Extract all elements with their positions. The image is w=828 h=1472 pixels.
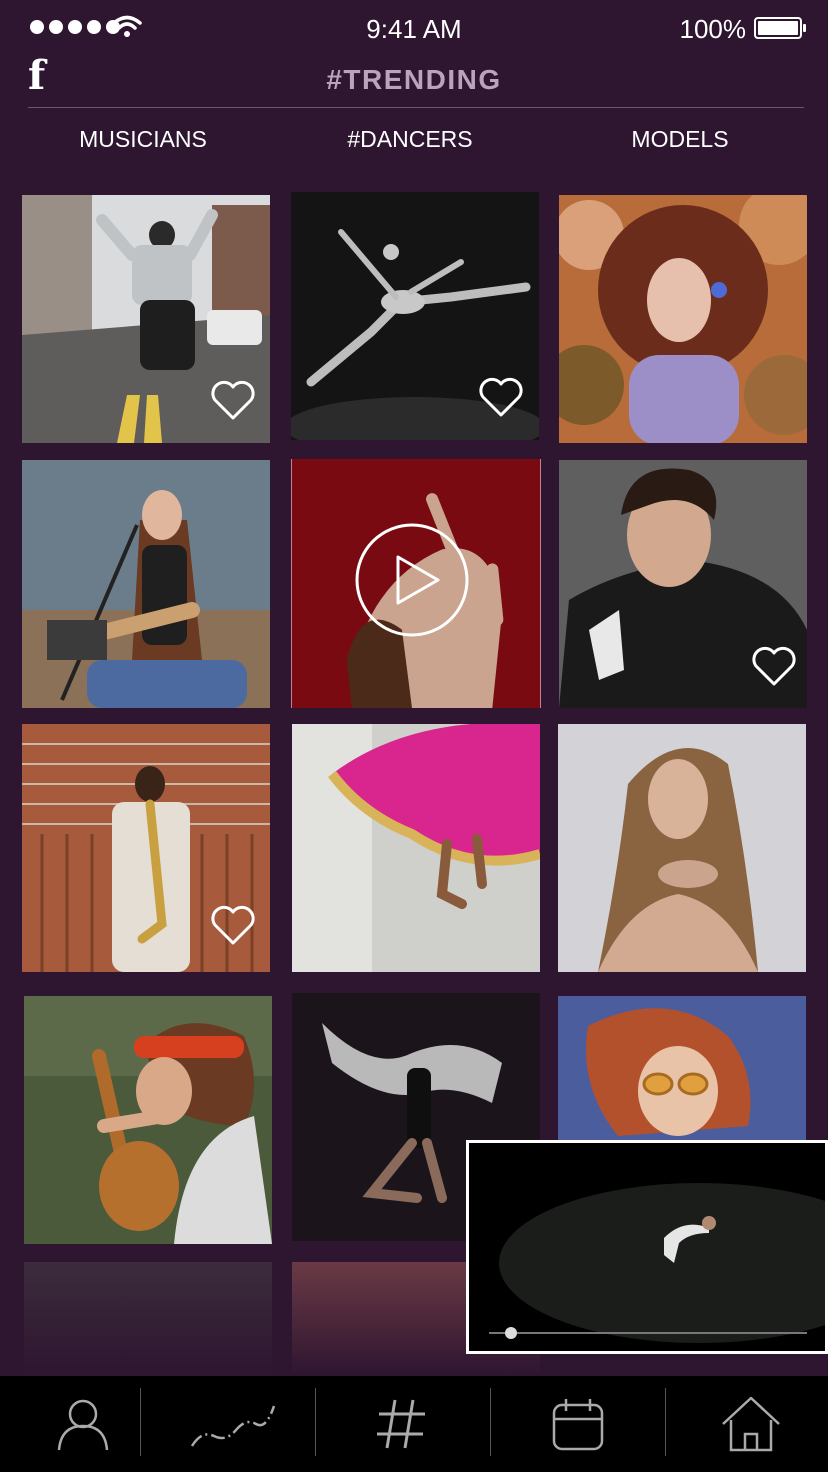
grid-tile-pink-skirt-dancer[interactable]: [292, 724, 540, 972]
curly-model-photo: [559, 195, 807, 443]
heart-icon[interactable]: [210, 904, 256, 946]
grid-tile-leather-jacket-model[interactable]: [559, 460, 807, 708]
pink-skirt-dancer-photo: [292, 724, 540, 972]
headband-guitarist-photo: [24, 996, 272, 1244]
grid-tile-female-model[interactable]: [558, 724, 806, 972]
nav-home[interactable]: [668, 1376, 828, 1472]
grid-tile-ballet-leap[interactable]: [291, 192, 539, 440]
mini-player-video: [499, 1183, 825, 1343]
calendar-icon: [552, 1399, 604, 1451]
grid-tile-headband-guitarist[interactable]: [24, 996, 272, 1244]
heart-icon[interactable]: [478, 376, 524, 418]
nav-separator: [315, 1388, 316, 1456]
mini-player[interactable]: [466, 1140, 828, 1354]
nav-profile[interactable]: [0, 1376, 166, 1472]
guitarist-singer-photo: [22, 460, 270, 708]
play-icon[interactable]: [354, 522, 470, 638]
grid-tile-street-dancer[interactable]: [22, 195, 270, 443]
nav-calendar[interactable]: [495, 1376, 661, 1472]
home-icon: [722, 1396, 780, 1452]
nav-hashtag[interactable]: [318, 1376, 484, 1472]
female-model-photo: [558, 724, 806, 972]
grid-tile-guitarist-singer[interactable]: [22, 460, 270, 708]
person-icon: [57, 1399, 109, 1451]
trend-icon: [190, 1405, 276, 1447]
heart-icon[interactable]: [210, 379, 256, 421]
grid-tile-curly-model[interactable]: [559, 195, 807, 443]
nav-separator: [140, 1388, 141, 1456]
grid-tile-faded[interactable]: [24, 1262, 272, 1376]
heart-icon[interactable]: [751, 645, 797, 687]
grid-tile-red-dancer[interactable]: [291, 459, 541, 708]
progress-track[interactable]: [489, 1332, 807, 1334]
hashtag-icon: [377, 1399, 425, 1449]
nav-separator: [665, 1388, 666, 1456]
grid-tile-saxophonist[interactable]: [22, 724, 270, 972]
bottom-nav: [0, 1376, 828, 1472]
nav-trends[interactable]: [150, 1376, 316, 1472]
nav-separator: [490, 1388, 491, 1456]
